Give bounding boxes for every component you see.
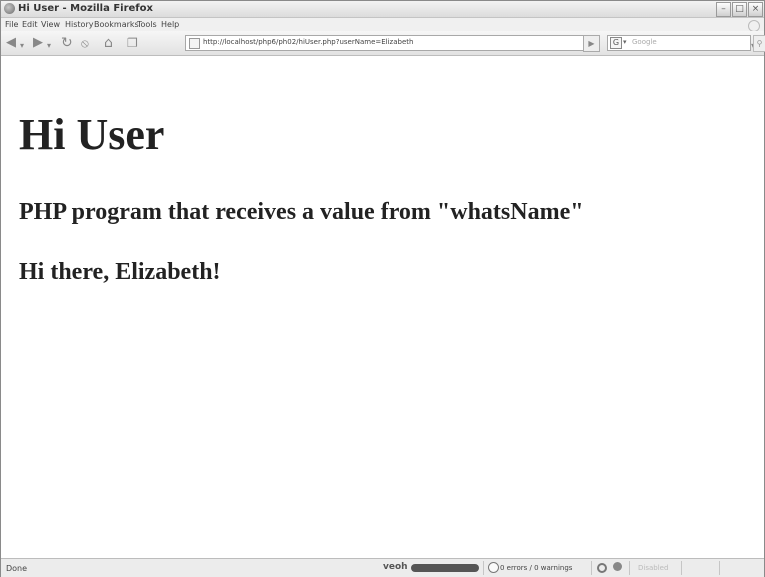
page-favicon-icon: [189, 38, 200, 49]
window-controls: – □ ×: [716, 2, 763, 17]
status-bar: Done veoh 0 errors / 0 warnings Disabled: [1, 558, 764, 577]
search-button[interactable]: ⚲: [753, 35, 765, 52]
menu-bookmarks[interactable]: Bookmarks: [94, 20, 139, 29]
search-engine-dropdown-icon[interactable]: ▾: [623, 38, 627, 46]
status-separator: [719, 561, 720, 575]
search-placeholder: Google: [632, 38, 657, 46]
menu-help[interactable]: Help: [161, 20, 179, 29]
status-separator: [483, 561, 484, 575]
page-content: Hi User PHP program that receives a valu…: [1, 57, 764, 558]
menu-tools[interactable]: Tools: [137, 20, 157, 29]
google-engine-icon[interactable]: G: [610, 37, 622, 49]
back-icon[interactable]: ◀: [6, 36, 16, 50]
menu-bar: File Edit View History Bookmarks Tools H…: [1, 18, 764, 32]
forward-icon[interactable]: ▶: [33, 36, 43, 50]
power-icon[interactable]: [597, 563, 607, 573]
stop-icon[interactable]: ⦸: [81, 36, 89, 50]
page-subheading: PHP program that receives a value from "…: [19, 199, 584, 225]
url-text: http://localhost/php6/ph02/hiUser.php?us…: [203, 38, 414, 46]
firefox-logo-icon: [4, 3, 15, 14]
validator-icon[interactable]: [488, 562, 499, 573]
close-button[interactable]: ×: [748, 2, 763, 17]
firebug-icon[interactable]: [613, 562, 622, 571]
menu-edit[interactable]: Edit: [22, 20, 38, 29]
status-separator: [629, 561, 630, 575]
validator-status[interactable]: 0 errors / 0 warnings: [500, 564, 572, 572]
menu-file[interactable]: File: [5, 20, 18, 29]
browser-window: Hi User - Mozilla Firefox – □ × File Edi…: [0, 0, 765, 577]
window-title: Hi User - Mozilla Firefox: [18, 3, 153, 14]
minimize-button[interactable]: –: [716, 2, 731, 17]
status-separator: [591, 561, 592, 575]
veoh-logo[interactable]: veoh: [383, 562, 408, 572]
greeting-text: Hi there, Elizabeth!: [19, 259, 221, 285]
search-bar[interactable]: G ▾ Google: [607, 35, 751, 51]
bookmark-page-icon[interactable]: ❐: [127, 36, 138, 50]
status-text: Done: [6, 564, 28, 573]
maximize-button[interactable]: □: [732, 2, 747, 17]
forward-dropdown-icon[interactable]: ▾: [47, 39, 51, 53]
navigation-toolbar: ◀ ▾ ▶ ▾ ↻ ⦸ ⌂ ❐ http://localhost/php6/ph…: [1, 31, 765, 56]
menu-history[interactable]: History: [65, 20, 93, 29]
go-button[interactable]: ▶: [583, 35, 600, 52]
reload-icon[interactable]: ↻: [61, 36, 73, 50]
back-dropdown-icon[interactable]: ▾: [20, 39, 24, 53]
disabled-status: Disabled: [638, 564, 669, 572]
home-icon[interactable]: ⌂: [104, 36, 113, 50]
veoh-progress-icon[interactable]: [411, 564, 479, 572]
address-bar[interactable]: http://localhost/php6/ph02/hiUser.php?us…: [185, 35, 755, 51]
title-bar: Hi User - Mozilla Firefox – □ ×: [1, 1, 764, 18]
page-heading: Hi User: [19, 110, 165, 159]
status-separator: [681, 561, 682, 575]
menu-view[interactable]: View: [41, 20, 60, 29]
